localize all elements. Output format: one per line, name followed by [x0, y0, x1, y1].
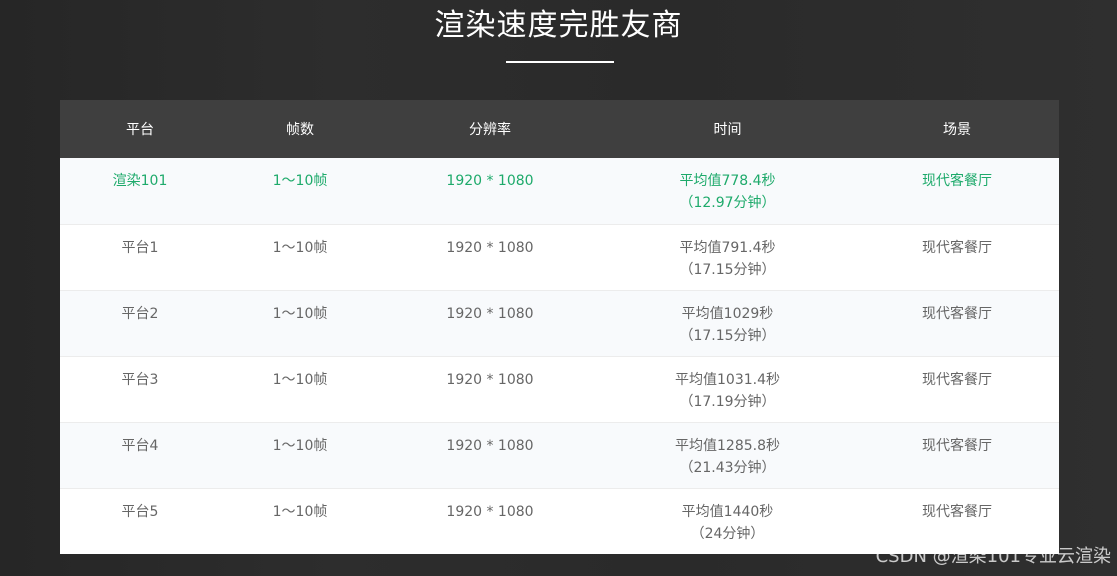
time-average: 平均值778.4秒 [679, 173, 776, 189]
time-minutes: （17.15分钟） [679, 327, 776, 344]
scene-cell: 现代客餐厅 [922, 437, 992, 454]
column-header-scene: 场景 [943, 122, 971, 138]
resolution-cell: 1920 * 1080 [446, 371, 534, 388]
time-minutes: （17.19分钟） [679, 393, 776, 410]
column-header-frames: 帧数 [286, 122, 314, 138]
time-minutes: （21.43分钟） [679, 459, 776, 476]
table-body: 渲染101 1～10帧 1920 * 1080 平均值778.4秒 （12.97… [60, 158, 1059, 554]
comparison-table-container: 平台 帧数 分辨率 时间 场景 渲染101 1～10帧 1920 * 1080 … [60, 100, 1059, 554]
platform-cell: 渲染101 [112, 173, 168, 189]
time-cell: 平均值791.4秒 （17.15分钟） [600, 224, 855, 290]
platform-cell: 平台4 [121, 437, 159, 454]
scene-cell: 现代客餐厅 [922, 173, 992, 189]
time-average: 平均值791.4秒 [679, 239, 776, 256]
column-header-platform: 平台 [126, 122, 154, 138]
resolution-cell: 1920 * 1080 [446, 305, 534, 322]
resolution-cell: 1920 * 1080 [446, 239, 534, 256]
platform-cell: 平台1 [121, 239, 159, 256]
frames-cell: 1～10帧 [272, 503, 328, 520]
time-cell: 平均值1031.4秒 （17.19分钟） [600, 356, 855, 422]
column-header-time: 时间 [713, 122, 742, 138]
scene-cell: 现代客餐厅 [922, 239, 992, 256]
scene-cell: 现代客餐厅 [922, 305, 992, 322]
time-cell: 平均值1440秒 （24分钟） [600, 488, 855, 554]
scene-cell: 现代客餐厅 [922, 371, 992, 388]
table-header-row: 平台 帧数 分辨率 时间 场景 [60, 100, 1059, 158]
time-cell: 平均值778.4秒 （12.97分钟） [600, 158, 855, 224]
time-average: 平均值1440秒 [681, 503, 774, 520]
time-average: 平均值1285.8秒 [675, 437, 780, 454]
frames-cell: 1～10帧 [272, 437, 328, 454]
table-row: 平台3 1～10帧 1920 * 1080 平均值1031.4秒 （17.19分… [60, 356, 1059, 422]
time-minutes: （24分钟） [690, 525, 765, 542]
frames-cell: 1～10帧 [272, 173, 328, 189]
platform-cell: 平台3 [121, 371, 159, 388]
time-average: 平均值1029秒 [681, 305, 774, 322]
table-header: 平台 帧数 分辨率 时间 场景 [60, 100, 1059, 158]
time-minutes: （12.97分钟） [679, 195, 776, 211]
resolution-cell: 1920 * 1080 [446, 437, 534, 454]
page: 渲染速度完胜友商 平台 帧数 分辨率 时间 场景 渲染101 1～10帧 192… [0, 0, 1117, 576]
resolution-cell: 1920 * 1080 [446, 503, 534, 520]
watermark: CSDN @渲染101专业云渲染 [875, 546, 1111, 567]
time-average: 平均值1031.4秒 [675, 371, 780, 388]
table-row: 渲染101 1～10帧 1920 * 1080 平均值778.4秒 （12.97… [60, 158, 1059, 224]
platform-cell: 平台2 [121, 305, 159, 322]
time-cell: 平均值1029秒 （17.15分钟） [600, 290, 855, 356]
resolution-cell: 1920 * 1080 [446, 173, 534, 189]
page-title: 渲染速度完胜友商 [434, 8, 683, 43]
comparison-table: 平台 帧数 分辨率 时间 场景 渲染101 1～10帧 1920 * 1080 … [60, 100, 1059, 554]
table-row: 平台1 1～10帧 1920 * 1080 平均值791.4秒 （17.15分钟… [60, 224, 1059, 290]
time-minutes: （17.15分钟） [679, 261, 776, 278]
table-row: 平台4 1～10帧 1920 * 1080 平均值1285.8秒 （21.43分… [60, 422, 1059, 488]
table-row: 平台2 1～10帧 1920 * 1080 平均值1029秒 （17.15分钟）… [60, 290, 1059, 356]
title-underline [506, 61, 614, 63]
platform-cell: 平台5 [121, 503, 159, 520]
column-header-resolution: 分辨率 [469, 122, 511, 138]
frames-cell: 1～10帧 [272, 239, 328, 256]
time-cell: 平均值1285.8秒 （21.43分钟） [600, 422, 855, 488]
frames-cell: 1～10帧 [272, 371, 328, 388]
frames-cell: 1～10帧 [272, 305, 328, 322]
